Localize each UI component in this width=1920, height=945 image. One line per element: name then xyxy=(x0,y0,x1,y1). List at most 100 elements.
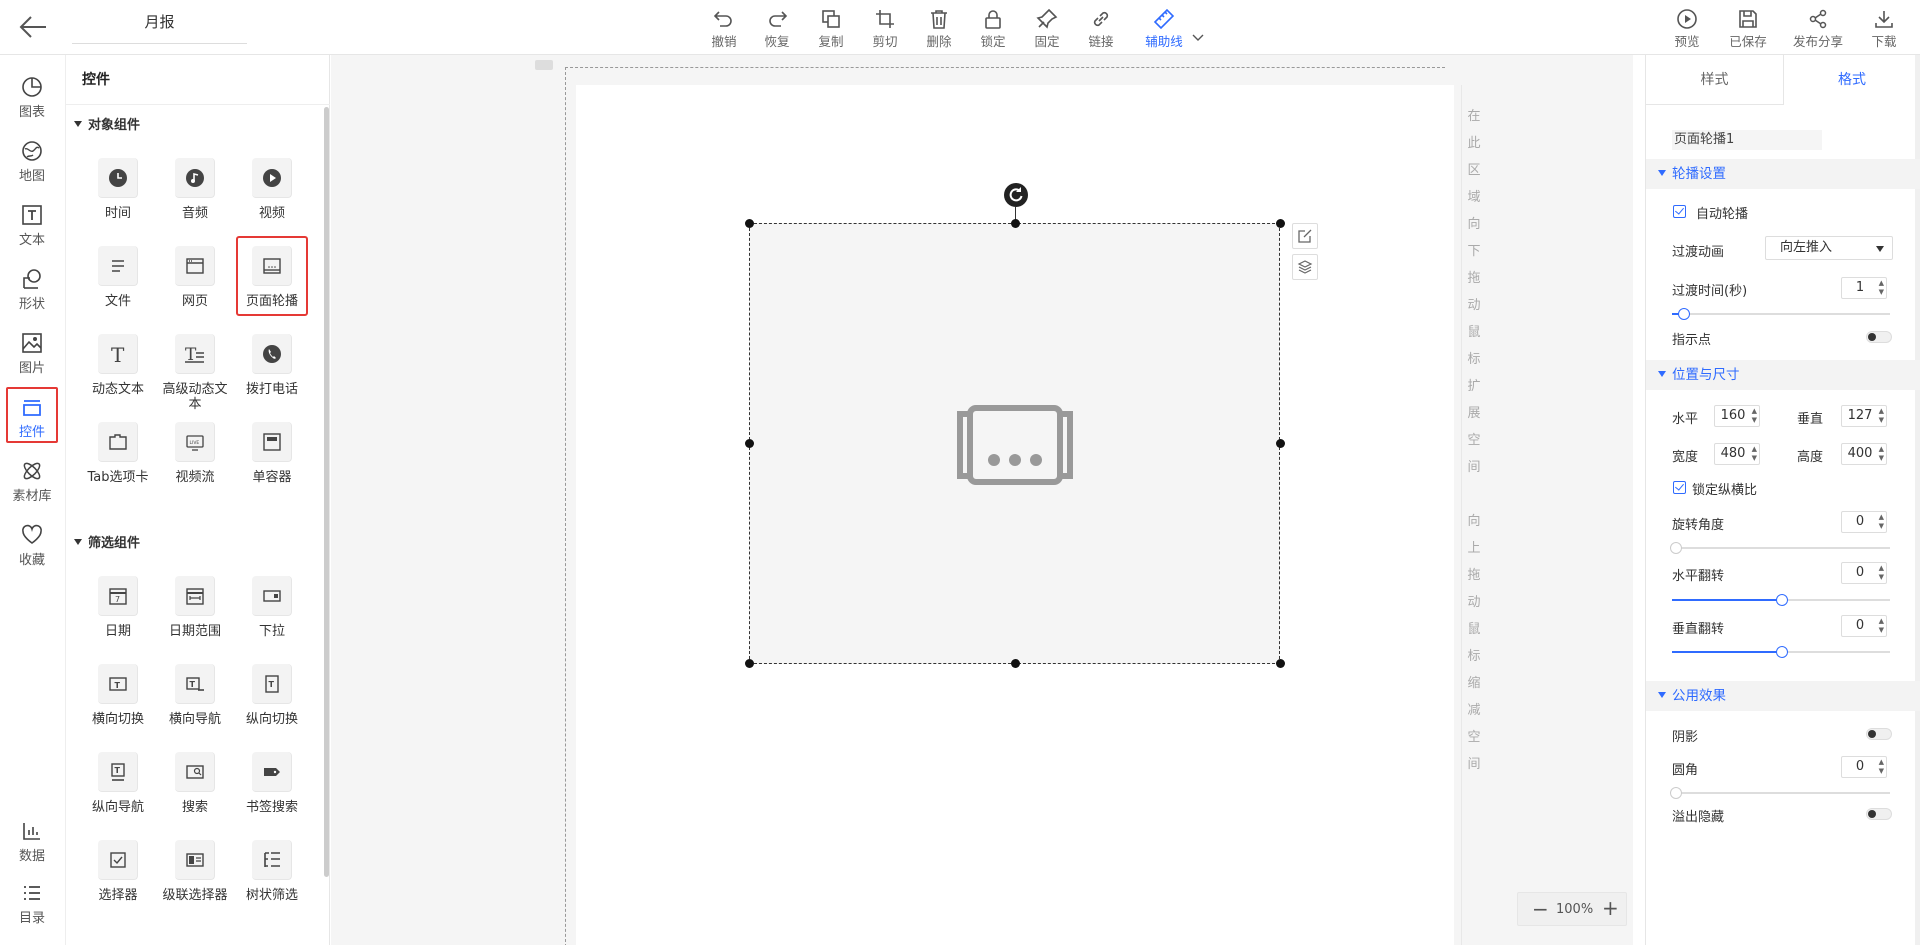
page-carousel-element[interactable] xyxy=(749,223,1280,664)
redo-button[interactable]: 恢复 xyxy=(753,6,801,52)
comp-selector[interactable]: 选择器 xyxy=(82,840,154,920)
rail-item-shape[interactable]: 形状 xyxy=(6,255,58,312)
undo-button[interactable]: 撤销 xyxy=(700,6,748,52)
vflip-slider[interactable] xyxy=(1672,646,1890,658)
resize-handle-w[interactable] xyxy=(745,439,754,448)
tab-format[interactable]: 格式 xyxy=(1783,55,1920,105)
rotation-input[interactable]: 0 ▲ ▼ xyxy=(1841,511,1887,533)
transition-select[interactable]: 向左推入 xyxy=(1765,236,1893,260)
edit-element-button[interactable] xyxy=(1292,223,1318,249)
resize-handle-ne[interactable] xyxy=(1276,219,1285,228)
rail-item-widget[interactable]: 控件 xyxy=(6,387,58,443)
comp-date[interactable]: 7 日期 xyxy=(82,576,154,656)
duration-slider[interactable] xyxy=(1672,308,1890,320)
download-button[interactable]: 下载 xyxy=(1860,6,1908,52)
resize-handle-n[interactable] xyxy=(1011,219,1020,228)
section-carousel-settings[interactable]: 轮播设置 xyxy=(1646,159,1920,189)
rail-item-catalog[interactable]: 目录 xyxy=(6,869,58,926)
radius-input[interactable]: 0 ▲ ▼ xyxy=(1841,756,1887,778)
comp-page-carousel[interactable]: 页面轮播 xyxy=(236,236,308,316)
width-input[interactable]: 480 ▲ ▼ xyxy=(1714,443,1760,465)
zoom-out-button[interactable]: − xyxy=(1532,897,1549,921)
comp-tree-filter[interactable]: 树状筛选 xyxy=(236,840,308,920)
publish-share-button[interactable]: 发布分享 xyxy=(1788,6,1848,52)
canvas-area[interactable]: 在 此 区 域 向 下 拖 动 鼠 标 扩 展 空 间 向 上 拖 动 鼠 标 … xyxy=(331,55,1633,945)
shadow-toggle[interactable] xyxy=(1866,728,1892,740)
comp-bookmark-search[interactable]: 书签搜索 xyxy=(236,752,308,832)
rail-item-map[interactable]: 地图 xyxy=(6,127,58,184)
hflip-slider[interactable] xyxy=(1672,594,1890,606)
comp-webpage[interactable]: 网页 xyxy=(159,246,231,326)
overflow-toggle[interactable] xyxy=(1866,808,1892,820)
guides-button[interactable]: 辅助线 xyxy=(1138,6,1190,52)
rail-item-chart[interactable]: 图表 xyxy=(6,63,58,120)
comp-dropdown[interactable]: 下拉 xyxy=(236,576,308,656)
chevron-down-icon[interactable] xyxy=(1192,34,1204,42)
rotate-handle-icon[interactable] xyxy=(1004,183,1028,207)
indicator-toggle[interactable] xyxy=(1866,331,1892,343)
duration-input[interactable]: 1 ▲ ▼ xyxy=(1841,277,1887,299)
comp-advanced-text[interactable]: T 高级动态文本 xyxy=(159,334,231,414)
comp-horizontal-nav[interactable]: T 横向导航 xyxy=(159,664,231,744)
section-position-size[interactable]: 位置与尺寸 xyxy=(1646,360,1920,390)
resize-handle-s[interactable] xyxy=(1011,659,1020,668)
comp-vertical-nav[interactable]: T 纵向导航 xyxy=(82,752,154,832)
rotation-slider[interactable] xyxy=(1670,542,1890,554)
resize-handle-e[interactable] xyxy=(1276,439,1285,448)
radius-slider[interactable] xyxy=(1670,787,1890,799)
delete-button[interactable]: 删除 xyxy=(915,6,963,52)
vertical-switch-icon: T xyxy=(265,675,279,693)
layers-button[interactable] xyxy=(1292,254,1318,280)
component-name-field[interactable]: 页面轮播1 xyxy=(1672,130,1822,150)
copy-button[interactable]: 复制 xyxy=(807,6,855,52)
svg-text:T: T xyxy=(185,345,197,364)
comp-audio[interactable]: 音频 xyxy=(159,158,231,238)
comp-single-container[interactable]: 单容器 xyxy=(236,422,308,502)
panel-scrollbar[interactable] xyxy=(324,107,329,877)
vflip-input[interactable]: 0 ▲ ▼ xyxy=(1841,615,1887,637)
ruler-tag-icon[interactable] xyxy=(535,60,553,70)
comp-cascade-selector[interactable]: 级联选择器 xyxy=(159,840,231,920)
overflow-label: 溢出隐藏 xyxy=(1672,810,1725,825)
comp-time[interactable]: 时间 xyxy=(82,158,154,238)
hflip-input[interactable]: 0 ▲ ▼ xyxy=(1841,562,1887,584)
rail-item-favorites[interactable]: 收藏 xyxy=(6,511,58,568)
resize-handle-se[interactable] xyxy=(1276,659,1285,668)
height-input[interactable]: 400 ▲ ▼ xyxy=(1841,443,1887,465)
comp-phone-call[interactable]: 拨打电话 xyxy=(236,334,308,414)
pin-button[interactable]: 固定 xyxy=(1023,6,1071,52)
resize-hint-strip[interactable]: 在 此 区 域 向 下 拖 动 鼠 标 扩 展 空 间 向 上 拖 动 鼠 标 … xyxy=(1461,85,1485,945)
rail-item-materials[interactable]: 素材库 xyxy=(6,447,58,504)
h-position-input[interactable]: 160 ▲ ▼ xyxy=(1714,405,1760,427)
comp-search[interactable]: 搜索 xyxy=(159,752,231,832)
cut-button[interactable]: 剪切 xyxy=(861,6,909,52)
back-arrow-icon[interactable] xyxy=(18,14,48,40)
save-button[interactable]: 已保存 xyxy=(1722,6,1774,52)
tab-style[interactable]: 样式 xyxy=(1646,55,1783,105)
comp-date-range[interactable]: 日期范围 xyxy=(159,576,231,656)
comp-vertical-switch[interactable]: T 纵向切换 xyxy=(236,664,308,744)
document-title[interactable]: 月报 xyxy=(72,0,247,44)
zoom-in-button[interactable]: + xyxy=(1602,896,1619,920)
comp-file[interactable]: 文件 xyxy=(82,246,154,326)
resize-handle-sw[interactable] xyxy=(745,659,754,668)
v-position-input[interactable]: 127 ▲ ▼ xyxy=(1841,405,1887,427)
comp-tab[interactable]: Tab选项卡 xyxy=(82,422,154,502)
rail-item-image[interactable]: 图片 xyxy=(6,319,58,376)
comp-dynamic-text[interactable]: T 动态文本 xyxy=(82,334,154,414)
comp-video[interactable]: 视频 xyxy=(236,158,308,238)
comp-video-stream[interactable]: LIVE 视频流 xyxy=(159,422,231,502)
section-object-components[interactable]: 对象组件 xyxy=(74,114,140,133)
comp-horizontal-switch[interactable]: T 横向切换 xyxy=(82,664,154,744)
section-filter-components[interactable]: 筛选组件 xyxy=(74,532,140,551)
preview-button[interactable]: 预览 xyxy=(1663,6,1711,52)
lock-ratio-checkbox[interactable] xyxy=(1673,481,1686,494)
section-common-effects[interactable]: 公用效果 xyxy=(1646,681,1920,711)
rail-item-data[interactable]: 数据 xyxy=(6,807,58,864)
rail-label: 地图 xyxy=(18,169,45,184)
resize-handle-nw[interactable] xyxy=(745,219,754,228)
rail-item-text[interactable]: 文本 xyxy=(6,191,58,248)
link-button[interactable]: 链接 xyxy=(1077,6,1125,52)
lock-button[interactable]: 锁定 xyxy=(969,6,1017,52)
auto-carousel-checkbox[interactable] xyxy=(1673,205,1686,218)
